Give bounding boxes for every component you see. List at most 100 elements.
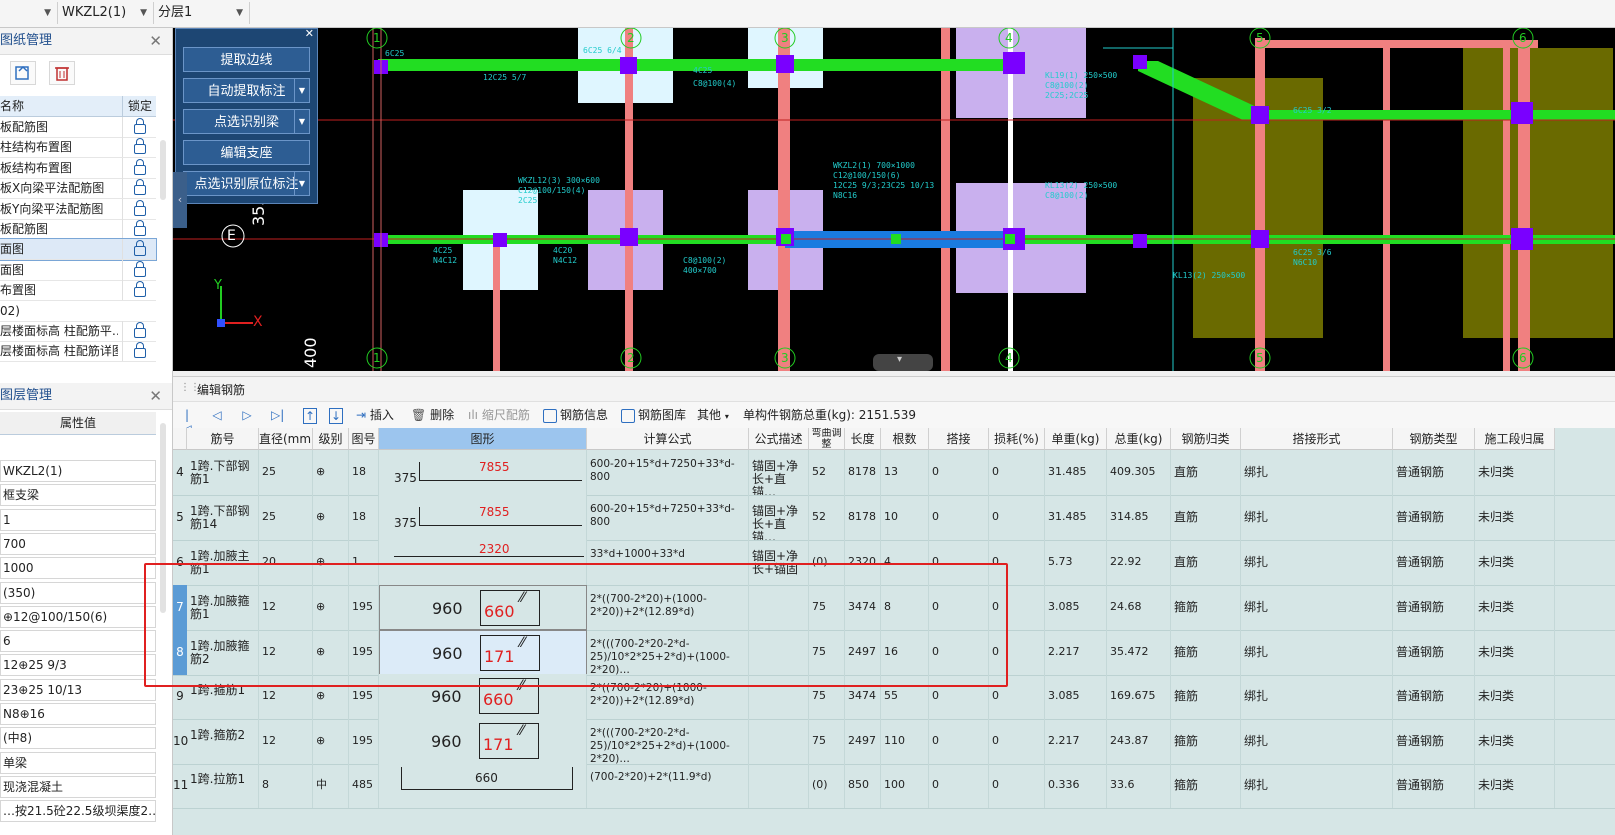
cell-lap[interactable]: 0 <box>929 450 989 495</box>
drawing-list-item[interactable]: 板配筋图 <box>0 219 156 240</box>
cell-len[interactable]: 850 <box>845 763 881 808</box>
cell-lapform[interactable]: 绑扎 <box>1241 630 1393 675</box>
cell-unit[interactable]: 3.085 <box>1045 674 1107 719</box>
cell-type[interactable]: 普通钢筋 <box>1393 630 1475 675</box>
cell-lapform[interactable]: 绑扎 <box>1241 674 1393 719</box>
delete-drawing-button[interactable] <box>49 61 75 85</box>
property-value-field[interactable]: N8⊕16 <box>0 703 156 725</box>
cell-type[interactable]: 普通钢筋 <box>1393 585 1475 630</box>
cell-lapform[interactable]: 绑扎 <box>1241 495 1393 540</box>
cell-bend[interactable]: 52 <box>809 450 845 495</box>
column-header[interactable]: 搭接形式 <box>1241 428 1393 450</box>
property-value-field[interactable]: 单梁 <box>0 751 156 774</box>
drawing-list-item[interactable]: 板X向梁平法配筋图 <box>0 178 156 200</box>
component-combo[interactable]: WKZL2(1) ▼ <box>58 2 154 24</box>
cell-len[interactable]: 8178 <box>845 450 881 495</box>
drawing-list-item[interactable]: 层楼面标高 柱配筋平… <box>0 321 156 342</box>
drawing-list-item[interactable]: 柱结构布置图 <box>0 137 156 159</box>
column-header[interactable]: 筋号 <box>187 428 259 450</box>
cell-count[interactable]: 110 <box>881 719 929 764</box>
cell-desc[interactable] <box>749 763 809 808</box>
chevron-down-icon[interactable]: ▾ <box>897 354 902 365</box>
property-value-field[interactable]: 12⊕25 9/3 <box>0 654 156 677</box>
cell-count[interactable]: 100 <box>881 763 929 808</box>
column-header[interactable]: 弯曲调整 <box>809 428 845 450</box>
property-value-field[interactable]: 1000 <box>0 557 156 580</box>
cell-name[interactable]: 1跨.下部钢筋1 <box>187 450 259 495</box>
cell-loss[interactable]: 0 <box>989 719 1045 764</box>
cell-len[interactable]: 2497 <box>845 719 881 764</box>
column-header[interactable]: 公式描述 <box>749 428 809 450</box>
lock-icon[interactable] <box>122 178 156 199</box>
column-header[interactable]: 搭接 <box>929 428 989 450</box>
chevron-down-icon[interactable]: ▼ <box>294 79 309 102</box>
cell-stage[interactable]: 未归类 <box>1475 540 1555 585</box>
cell-total[interactable]: 35.472 <box>1107 630 1171 675</box>
cell-fig[interactable]: 485 <box>349 763 379 808</box>
property-value-field[interactable]: 23⊕25 10/13 <box>0 678 156 701</box>
cad-tool-button[interactable]: 自动提取标注 ▼ <box>183 78 310 103</box>
cell-total[interactable]: 33.6 <box>1107 763 1171 808</box>
column-header[interactable]: 损耗(%) <box>989 428 1045 450</box>
cell-total[interactable]: 22.92 <box>1107 540 1171 585</box>
cell-dia[interactable]: 12 <box>259 719 313 764</box>
cell-loss[interactable]: 0 <box>989 495 1045 540</box>
row-number[interactable]: 11 <box>173 763 188 808</box>
cell-stage[interactable]: 未归类 <box>1475 450 1555 495</box>
row-number[interactable]: 5 <box>173 495 187 540</box>
cad-tool-button[interactable]: 提取边线 <box>183 47 310 72</box>
cell-formula[interactable]: (700-2*20)+2*(11.9*d) <box>587 763 749 808</box>
cell-unit[interactable]: 0.336 <box>1045 763 1107 808</box>
cell-formula[interactable]: 600-20+15*d+7250+33*d-800 <box>587 495 749 540</box>
drawing-list-item[interactable]: 面图 <box>0 259 156 281</box>
property-value-field[interactable]: 框支梁 <box>0 484 156 507</box>
drawing-list-scrollbar[interactable] <box>160 140 166 200</box>
cell-fig[interactable]: 195 <box>349 719 379 764</box>
column-header[interactable]: 长度 <box>845 428 881 450</box>
cell-type[interactable]: 普通钢筋 <box>1393 674 1475 719</box>
cell-stage[interactable]: 未归类 <box>1475 763 1555 808</box>
drawing-list-item[interactable]: 02) <box>0 301 156 322</box>
cell-type[interactable]: 普通钢筋 <box>1393 540 1475 585</box>
cad-tool-button[interactable]: 点选识别原位标注 ▼ <box>183 171 310 196</box>
cell-cat[interactable]: 箍筋 <box>1171 585 1241 630</box>
lock-icon[interactable] <box>122 239 156 260</box>
cell-bend[interactable]: 52 <box>809 495 845 540</box>
cell-type[interactable]: 普通钢筋 <box>1393 719 1475 764</box>
drawing-list-item[interactable]: 板配筋图 <box>0 117 156 138</box>
drawing-list-item[interactable]: 板Y向梁平法配筋图 <box>0 198 156 220</box>
cell-shape[interactable]: 375 7855 <box>379 450 587 495</box>
cell-unit[interactable]: 31.485 <box>1045 495 1107 540</box>
cell-lap[interactable]: 0 <box>929 763 989 808</box>
rebar-info-button[interactable]: 钢筋信息 <box>543 406 608 424</box>
cell-formula[interactable]: 600-20+15*d+7250+33*d-800 <box>587 450 749 495</box>
cell-lapform[interactable]: 绑扎 <box>1241 540 1393 585</box>
refresh-drawing-button[interactable] <box>10 61 36 85</box>
column-header[interactable]: 钢筋类型 <box>1393 428 1475 450</box>
cad-drawing-view[interactable]: 6C25 12C25 5/7 6C25 6/4 4C25 C8@100(4) WKZL2… <box>173 28 1615 371</box>
column-header[interactable]: 根数 <box>881 428 929 450</box>
row-number[interactable]: 4 <box>173 450 187 495</box>
cell-cat[interactable]: 箍筋 <box>1171 719 1241 764</box>
property-value-field[interactable]: 1 <box>0 508 156 531</box>
close-icon[interactable]: ✕ <box>149 383 162 409</box>
cell-lapform[interactable]: 绑扎 <box>1241 719 1393 764</box>
cell-count[interactable]: 10 <box>881 495 929 540</box>
cell-type[interactable]: 普通钢筋 <box>1393 763 1475 808</box>
drawing-list-item[interactable]: 层楼面标高 柱配筋详图 <box>0 341 156 363</box>
cell-stage[interactable]: 未归类 <box>1475 674 1555 719</box>
cell-total[interactable]: 243.87 <box>1107 719 1171 764</box>
lock-icon[interactable] <box>122 117 156 137</box>
cell-stage[interactable]: 未归类 <box>1475 630 1555 675</box>
cell-loss[interactable]: 0 <box>989 763 1045 808</box>
property-value-field[interactable]: 700 <box>0 532 156 555</box>
lock-icon[interactable] <box>122 157 156 178</box>
cell-total[interactable]: 24.68 <box>1107 585 1171 630</box>
lock-icon[interactable] <box>122 341 156 362</box>
cell-unit[interactable]: 2.217 <box>1045 630 1107 675</box>
property-value-field[interactable]: …按21.5砼22.5级坝渠度2… <box>0 800 156 823</box>
first-record-icon[interactable]: |◁ <box>181 408 193 436</box>
cell-len[interactable]: 8178 <box>845 495 881 540</box>
cell-cat[interactable]: 直筋 <box>1171 450 1241 495</box>
lock-icon[interactable] <box>122 259 156 280</box>
